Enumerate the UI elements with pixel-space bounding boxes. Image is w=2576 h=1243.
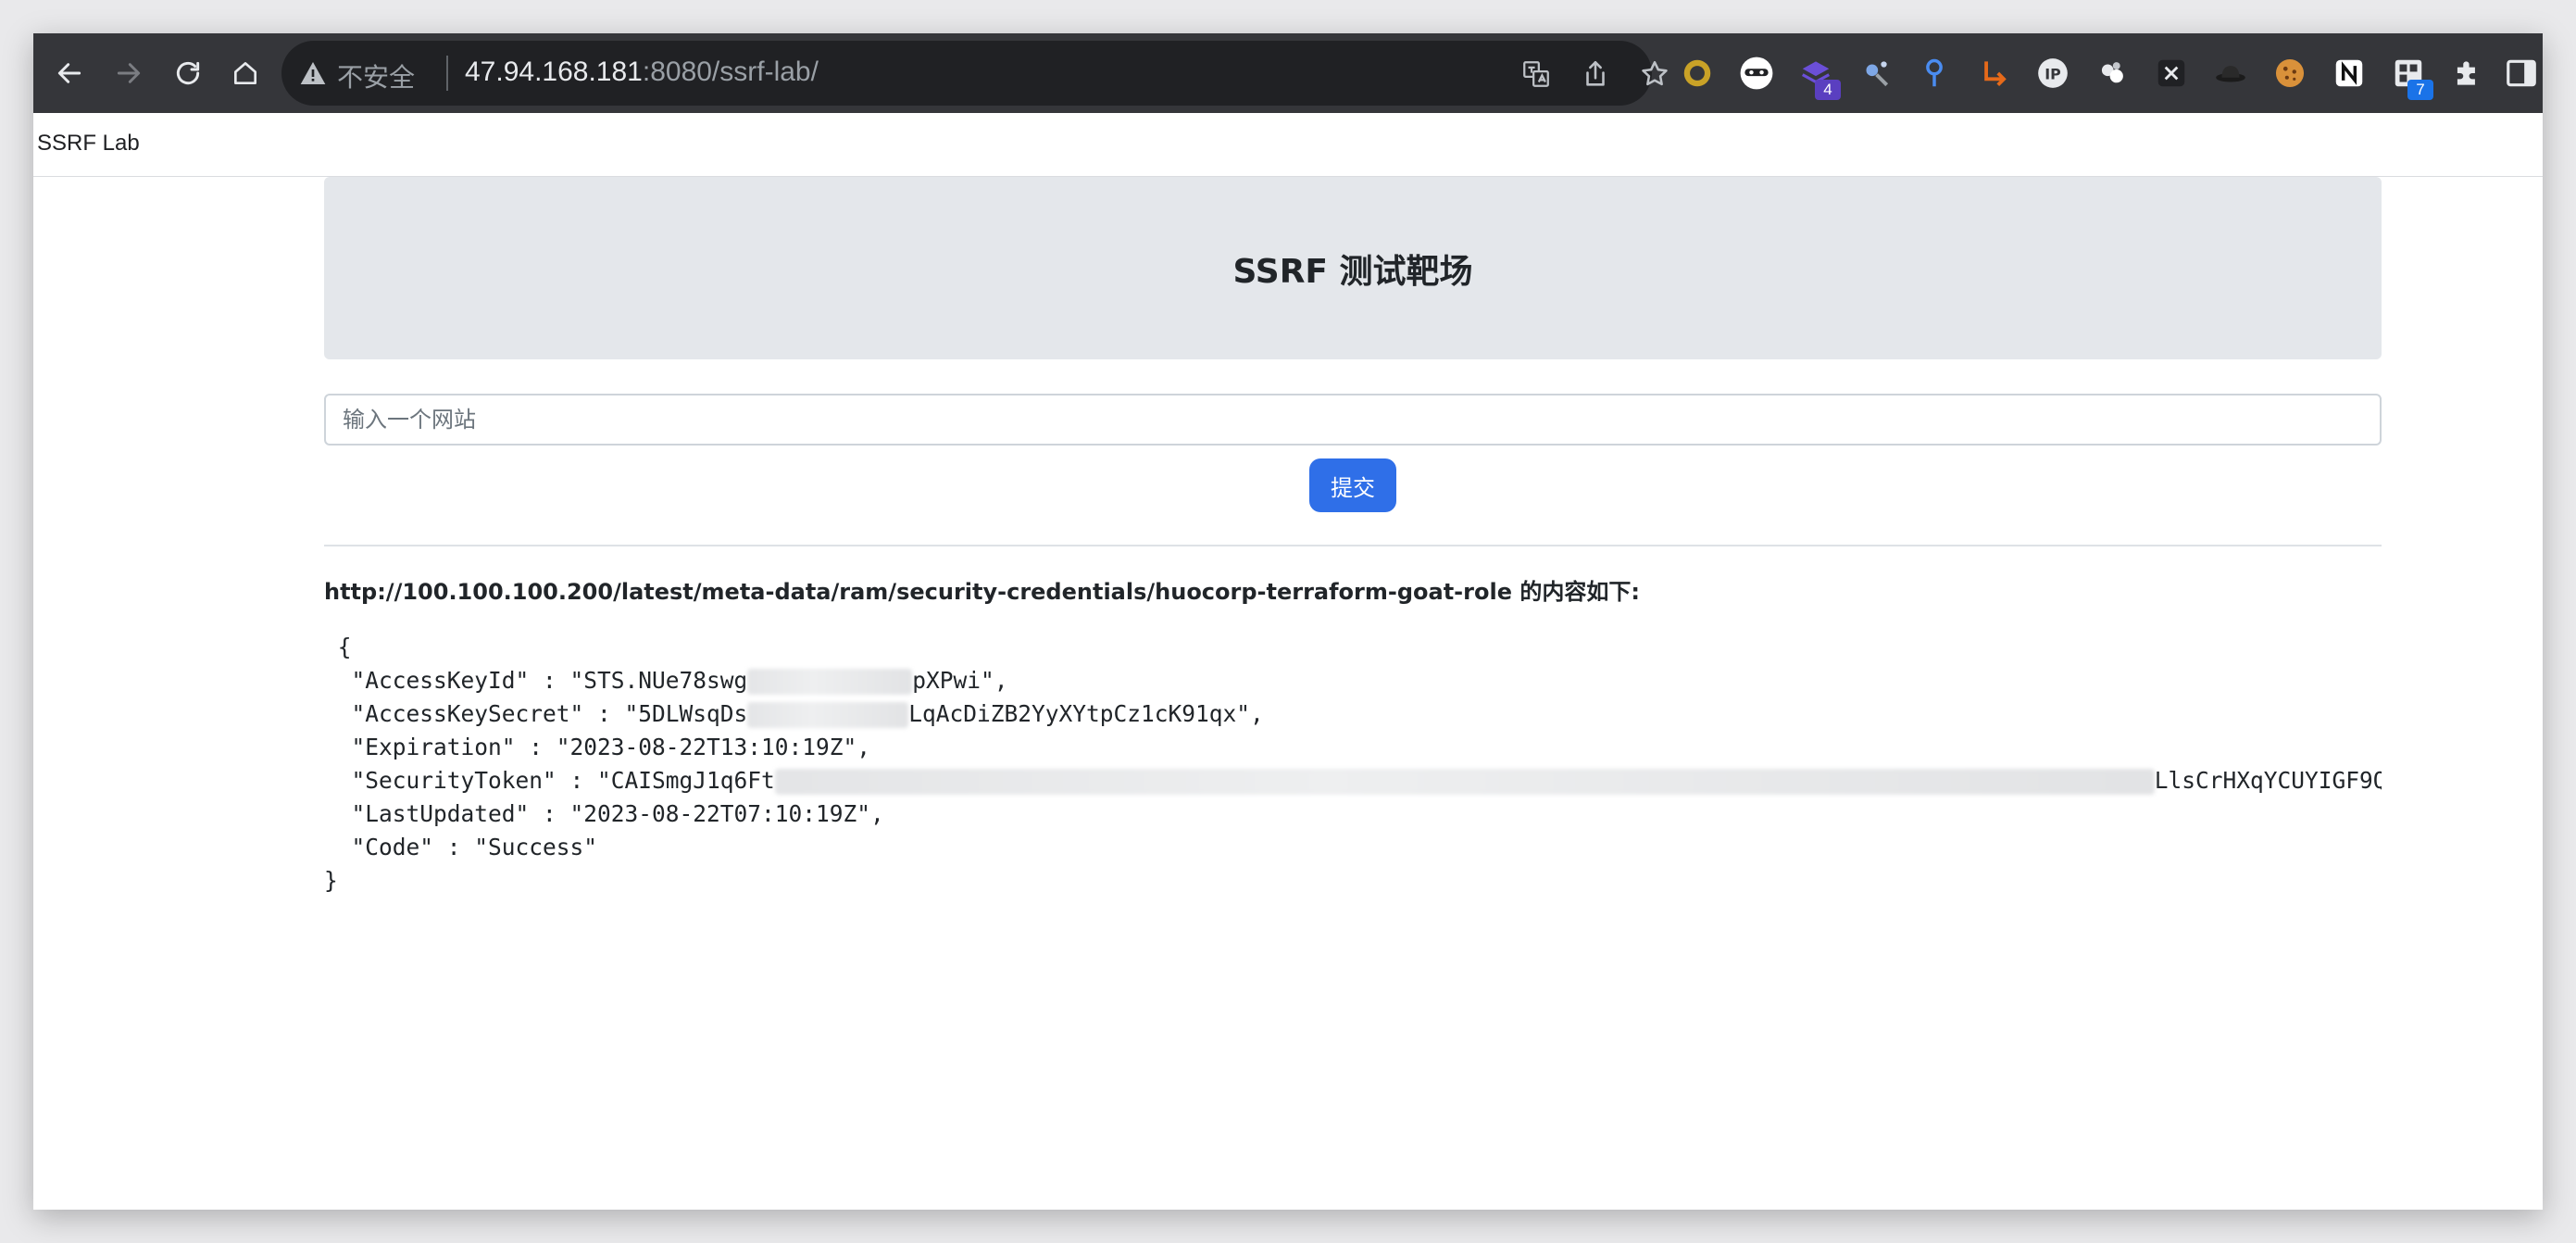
purple-stack-extension-icon[interactable]: 4 bbox=[1794, 52, 1841, 100]
redacted-blur bbox=[747, 669, 913, 695]
credentials-json: { "AccessKeyId" : "STS.NUe78swg pXPwi", "… bbox=[324, 631, 2382, 909]
json-open-brace: { bbox=[324, 634, 352, 660]
x-extension-icon[interactable] bbox=[2150, 52, 2193, 94]
bookmarks-bar: SSRF Lab bbox=[33, 113, 2543, 177]
back-button[interactable] bbox=[48, 52, 91, 94]
url-path: :8080/ssrf-lab/ bbox=[642, 56, 819, 87]
home-button[interactable] bbox=[224, 52, 267, 94]
address-bar[interactable]: 不安全 47.94.168.181:8080/ssrf-lab/ bbox=[281, 41, 1668, 106]
home-icon bbox=[234, 62, 256, 84]
json-last-updated: "LastUpdated" : "2023-08-22T07:10:19Z", bbox=[324, 800, 884, 827]
ring-extension-icon[interactable] bbox=[1676, 52, 1719, 94]
bookmark-ssrf-lab[interactable]: SSRF Lab bbox=[37, 131, 140, 157]
cookie-extension-icon[interactable] bbox=[2269, 52, 2311, 94]
satellite-extension-icon[interactable] bbox=[1854, 52, 1896, 94]
svg-text:IP: IP bbox=[2045, 65, 2061, 82]
ip-extension-icon[interactable]: IP bbox=[2032, 52, 2074, 94]
forward-arrow-extension-icon[interactable] bbox=[1972, 52, 2015, 94]
cluster-extension-icon[interactable] bbox=[2091, 52, 2133, 94]
notion-extension-icon[interactable] bbox=[2328, 52, 2370, 94]
page-title: SSRF 测试靶场 bbox=[1232, 252, 1473, 291]
json-access-key-secret: "AccessKeySecret" : "5DLWsqDs LqAcDiZB2Yy… bbox=[324, 700, 1264, 728]
divider bbox=[324, 545, 2382, 546]
browser-toolbar: 不安全 47.94.168.181:8080/ssrf-lab/ 4 IP 7 bbox=[33, 33, 2543, 113]
extension-badge: 4 bbox=[1815, 80, 1841, 100]
json-security-token: "SecurityToken" : "CAISmgJ1q6Ft LlsCrHXqY… bbox=[324, 767, 2382, 795]
json-close-brace: } bbox=[324, 867, 338, 894]
json-expiration: "Expiration" : "2023-08-22T13:10:19Z", bbox=[324, 734, 871, 760]
redacted-blur bbox=[747, 702, 909, 728]
submit-button[interactable]: 提交 bbox=[1309, 458, 1396, 512]
url-text[interactable]: 47.94.168.181:8080/ssrf-lab/ bbox=[465, 56, 819, 88]
page-header: SSRF 测试靶场 bbox=[324, 177, 2382, 359]
side-panel-icon[interactable] bbox=[2500, 52, 2543, 94]
hat-extension-icon[interactable] bbox=[2209, 52, 2252, 94]
forward-arrow-icon bbox=[117, 63, 141, 83]
extension-badge: 7 bbox=[2407, 80, 2433, 100]
website-input[interactable] bbox=[324, 394, 2382, 446]
json-access-key-id: "AccessKeyId" : "STS.NUe78swg pXPwi", bbox=[324, 667, 1008, 695]
forward-button[interactable] bbox=[107, 52, 150, 94]
result-heading: http://100.100.100.200/latest/meta-data/… bbox=[324, 579, 1640, 605]
translate-icon[interactable] bbox=[1520, 58, 1552, 90]
redacted-blur bbox=[774, 769, 2155, 795]
browser-window: 不安全 47.94.168.181:8080/ssrf-lab/ 4 IP 7 … bbox=[33, 33, 2543, 1210]
puzzle-extensions-icon[interactable] bbox=[2446, 52, 2489, 94]
qr-extension-icon[interactable]: 7 bbox=[2387, 52, 2433, 100]
security-status-label[interactable]: 不安全 bbox=[337, 57, 415, 94]
back-arrow-icon bbox=[57, 63, 81, 83]
url-host: 47.94.168.181 bbox=[465, 56, 643, 87]
reload-icon bbox=[176, 61, 200, 85]
incognito-mask-extension-icon[interactable] bbox=[1735, 52, 1778, 94]
reload-button[interactable] bbox=[167, 52, 209, 94]
share-icon[interactable] bbox=[1580, 58, 1611, 90]
json-code: "Code" : "Success" bbox=[324, 834, 598, 860]
location-pin-extension-icon[interactable] bbox=[1913, 52, 1956, 94]
warning-triangle-icon bbox=[298, 58, 328, 88]
page-content: SSRF 测试靶场 提交 http://100.100.100.200/late… bbox=[33, 177, 2543, 1210]
omnibox-separator bbox=[446, 56, 448, 91]
bookmark-star-icon[interactable] bbox=[1639, 58, 1670, 90]
